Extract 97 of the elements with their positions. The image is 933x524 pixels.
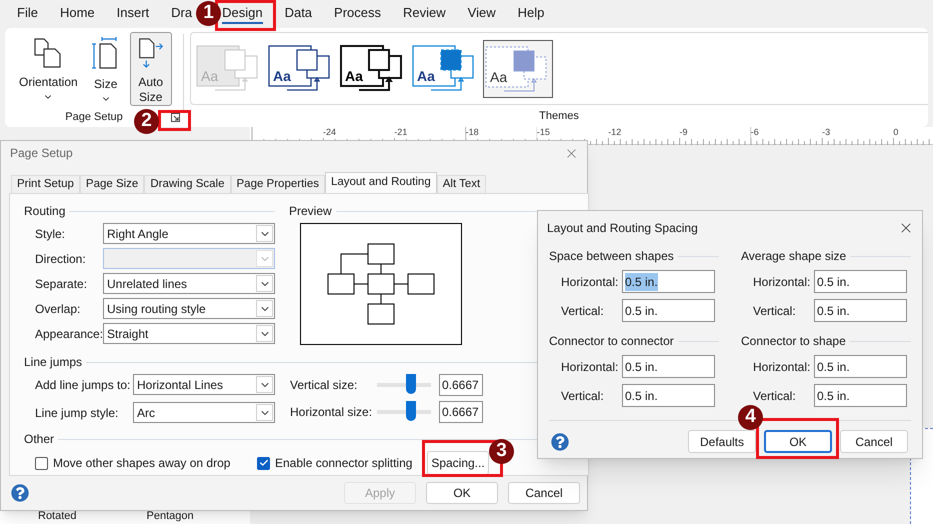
field-label: Add line jumps to: <box>35 376 132 394</box>
input-field[interactable]: 0.5 in. <box>814 355 907 378</box>
launcher-icon[interactable] <box>171 113 180 122</box>
input-field[interactable]: 0.5 in. <box>622 299 715 322</box>
ruler-label: -18 <box>466 127 479 138</box>
ruler-label: 0 <box>893 127 898 138</box>
dropdown[interactable]: Straight <box>103 323 275 344</box>
dialog-tab[interactable]: Drawing Scale <box>144 175 230 194</box>
field-label: Separate: <box>35 276 88 293</box>
dropdown[interactable]: Right Angle <box>103 223 275 244</box>
field-label: Horizontal: <box>753 274 812 290</box>
group-label: Connector to connector <box>549 333 674 350</box>
checkbox-label: Enable connector splitting <box>275 455 412 472</box>
theme-thumbnail[interactable]: Aa <box>339 40 409 98</box>
checkbox[interactable] <box>257 456 270 470</box>
field-label: Direction: <box>35 250 87 268</box>
group-label: Line jumps <box>24 354 82 372</box>
field-label: Vertical: <box>561 388 605 404</box>
pages-icon <box>33 37 64 69</box>
field-label: Vertical: <box>753 302 797 320</box>
dropdown[interactable]: Unrelated lines <box>103 273 275 294</box>
menu-tab[interactable]: Home <box>60 4 95 24</box>
ruler-label: -3 <box>822 127 830 138</box>
theme-thumbnail[interactable]: Aa <box>411 40 481 98</box>
ribbon-button[interactable]: Auto Size <box>130 32 172 106</box>
dropdown[interactable]: Horizontal Lines <box>133 374 275 396</box>
field-label: Horizontal: <box>753 358 812 376</box>
field-label: Horizontal: <box>561 358 620 376</box>
dialog-tab[interactable]: Page Properties <box>230 175 325 194</box>
input-field[interactable]: 0.5 in. <box>814 270 907 293</box>
dialog-title: Page Setup <box>10 145 74 162</box>
input-field[interactable]: 0.5 in. <box>814 299 907 322</box>
field-label: Vertical: <box>561 302 605 320</box>
checkbox[interactable] <box>35 456 48 470</box>
group-label: Other <box>24 431 54 448</box>
field-label: Vertical: <box>753 388 797 404</box>
menu-tab[interactable]: File <box>17 4 38 24</box>
ruler-label: -15 <box>536 127 550 138</box>
menu-tab[interactable]: Insert <box>116 4 150 24</box>
dropdown[interactable]: Using routing style <box>103 298 275 320</box>
shape-label: Rotated <box>38 510 77 523</box>
ruler-label: -24 <box>323 127 336 138</box>
menu-tab[interactable]: Dra <box>171 4 192 24</box>
page-arrows-icon <box>136 37 165 69</box>
ruler-label: -12 <box>608 127 622 138</box>
input-field[interactable]: 0.5 in. <box>622 384 715 407</box>
spacing-button[interactable]: Spacing... <box>427 451 489 476</box>
field-label: Horizontal size: <box>290 404 374 422</box>
ribbon-button[interactable]: Size <box>88 32 124 106</box>
group-label: Page Setup <box>65 110 123 126</box>
help-icon[interactable] <box>11 484 29 502</box>
field-label: Horizontal: <box>561 274 620 290</box>
field-label: Overlap: <box>35 300 82 318</box>
menu-tab[interactable]: Design <box>222 4 263 24</box>
field-label: Vertical size: <box>290 377 358 394</box>
ruler-label: -21 <box>394 127 408 138</box>
group-label: Routing <box>24 203 66 220</box>
dropdown[interactable]: Arc <box>133 402 275 424</box>
field-label: Appearance: <box>35 326 103 343</box>
shape-label: Pentagon <box>146 510 194 523</box>
theme-thumbnail[interactable]: Aa <box>483 40 553 98</box>
menu-tab[interactable]: Data <box>284 4 312 24</box>
theme-thumbnail[interactable]: Aa <box>267 40 337 98</box>
checkbox-label: Move other shapes away on drop <box>53 455 230 472</box>
ribbon-button[interactable]: Orientation <box>15 32 82 106</box>
dialog-button[interactable]: Cancel <box>840 430 908 453</box>
ruler-label: -9 <box>679 127 688 138</box>
value-field[interactable]: 0.6667 <box>439 374 483 396</box>
field-label: Line jump style: <box>35 404 120 422</box>
dialog-tab[interactable]: Alt Text <box>436 175 486 194</box>
menu-tab[interactable]: Help <box>518 4 544 24</box>
dialog-title: Layout and Routing Spacing <box>547 220 699 237</box>
slider-thumb[interactable] <box>406 401 416 422</box>
menu-tab[interactable]: Process <box>334 4 382 24</box>
input-field[interactable]: 0.5 in. <box>622 355 715 378</box>
check-icon <box>258 458 268 468</box>
dialog-button[interactable]: OK <box>764 430 832 453</box>
field-label: Style: <box>35 226 66 243</box>
step-badge: 1 <box>196 1 221 26</box>
group-label: Preview <box>289 203 332 220</box>
slider-thumb[interactable] <box>406 374 416 394</box>
dialog-button[interactable]: Defaults <box>688 430 756 453</box>
dialog-tab[interactable]: Print Setup <box>11 175 80 194</box>
menu-tab[interactable]: Review <box>403 4 446 24</box>
menu-tab[interactable]: View <box>468 4 496 24</box>
value-field[interactable]: 0.6667 <box>439 401 483 424</box>
help-icon[interactable] <box>551 432 569 450</box>
input-field[interactable]: 0.5 in. <box>622 270 715 293</box>
dialog-button[interactable]: Cancel <box>508 482 580 504</box>
input-field[interactable]: 0.5 in. <box>814 384 907 407</box>
group-label: Themes <box>539 108 579 124</box>
group-label: Connector to shape <box>741 333 846 350</box>
dialog-tab[interactable]: Layout and Routing <box>324 172 437 194</box>
dialog-tab[interactable]: Page Size <box>80 175 144 194</box>
group-label: Space between shapes <box>549 248 674 265</box>
group-label: Average shape size <box>741 248 846 265</box>
dialog-button[interactable]: OK <box>426 482 498 504</box>
